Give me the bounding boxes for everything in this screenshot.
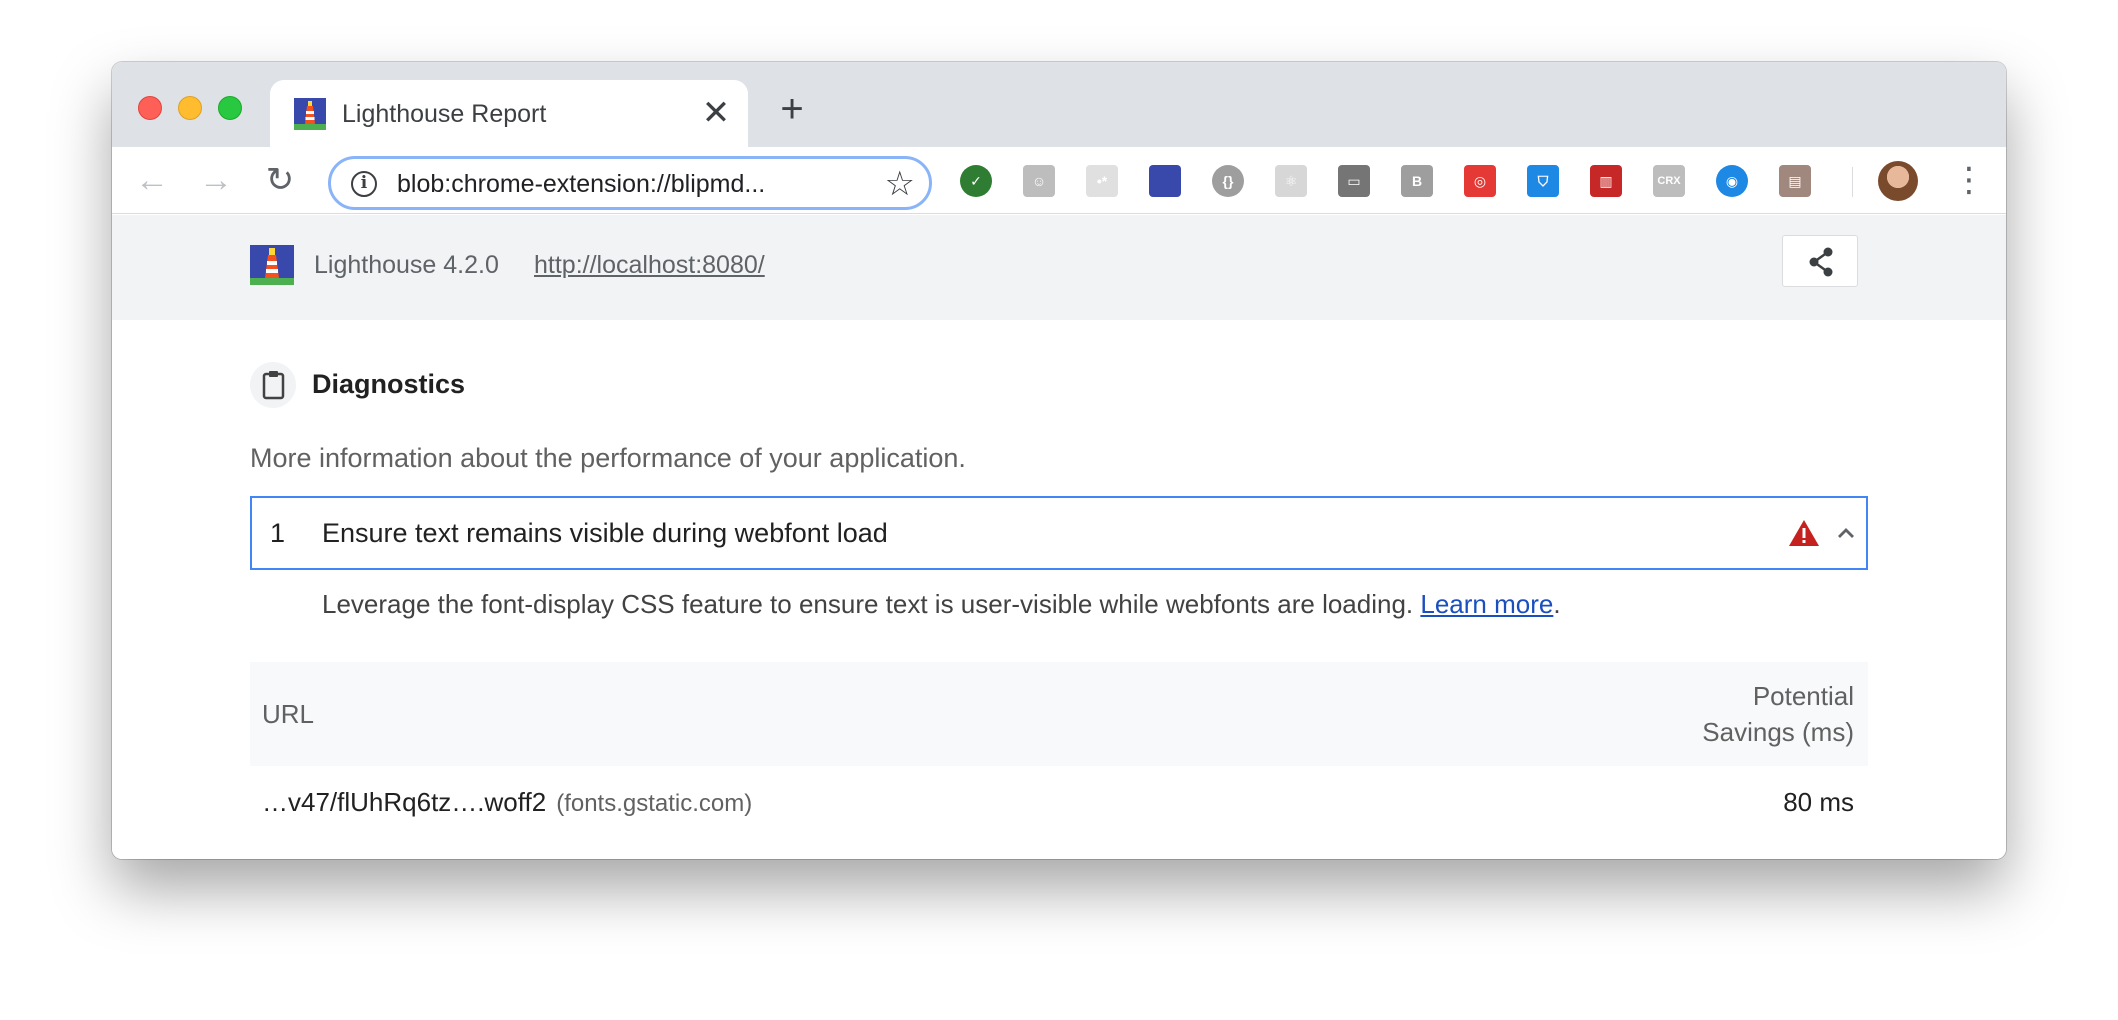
browser-window: Lighthouse Report ✕ + ← → ↻ i blob:chrom… xyxy=(112,62,2006,859)
details-table: URL Potential Savings (ms) …v47/flUhRq6t… xyxy=(250,662,1868,840)
learn-more-link[interactable]: Learn more xyxy=(1420,589,1553,619)
chevron-up-icon[interactable] xyxy=(1830,518,1862,548)
warning-triangle-icon xyxy=(1789,520,1819,546)
json-viewer-icon[interactable]: {} xyxy=(1212,165,1244,197)
report-content: Diagnostics More information about the p… xyxy=(112,320,2006,859)
lighthouse-logo-icon xyxy=(250,245,294,285)
clipboard-icon xyxy=(250,362,296,408)
tab-strip: Lighthouse Report ✕ + xyxy=(112,62,2006,147)
ghost-extension-icon[interactable]: ☺ xyxy=(1023,165,1055,197)
row-savings: 80 ms xyxy=(1783,787,1854,817)
audit-description: Leverage the font-display CSS feature to… xyxy=(322,586,1561,622)
close-window-button[interactable] xyxy=(138,96,162,120)
diagnostics-heading: Diagnostics xyxy=(312,369,466,399)
address-text[interactable]: blob:chrome-extension://blipmd... xyxy=(397,168,765,200)
site-info-icon[interactable]: i xyxy=(351,171,377,197)
share-icon xyxy=(1809,247,1833,277)
lighthouse-extension-icon[interactable] xyxy=(1149,165,1181,197)
browser-toolbar: ← → ↻ i blob:chrome-extension://blipmd..… xyxy=(112,147,2006,214)
maximize-window-button[interactable] xyxy=(218,96,242,120)
row-url: …v47/flUhRq6tz….woff2 (fonts.gstatic.com) xyxy=(262,784,752,822)
audit-title: Ensure text remains visible during webfo… xyxy=(322,518,888,548)
laptop-icon[interactable]: ▭ xyxy=(1338,165,1370,197)
bootstrap-b-icon[interactable]: B xyxy=(1401,165,1433,197)
address-bar[interactable]: i blob:chrome-extension://blipmd... ☆ xyxy=(328,156,932,210)
toolbar-divider xyxy=(1852,167,1853,197)
tab-close-icon[interactable]: ✕ xyxy=(700,96,732,130)
savings-header-line2: Savings (ms) xyxy=(1702,717,1854,747)
audit-index: 1 xyxy=(270,518,286,548)
row-url-host: (fonts.gstatic.com) xyxy=(556,790,753,817)
reload-icon[interactable]: ↻ xyxy=(260,161,300,201)
row-url-path: …v47/flUhRq6tz….woff2 xyxy=(262,787,547,817)
shield-icon[interactable]: ⛉ xyxy=(1527,165,1559,197)
lighthouse-favicon-icon xyxy=(294,98,326,130)
audit-webfont-row[interactable]: 1 Ensure text remains visible during web… xyxy=(250,496,1868,570)
audit-description-text: Leverage the font-display CSS feature to… xyxy=(322,589,1414,619)
book-icon[interactable]: ▤ xyxy=(1779,165,1811,197)
column-header-savings: Potential Savings (ms) xyxy=(1702,678,1854,750)
placeholder-extension-icon[interactable]: •* xyxy=(1086,165,1118,197)
crx-icon[interactable]: CRX xyxy=(1653,165,1685,197)
savings-header-line1: Potential xyxy=(1752,681,1854,711)
grammarly-check-icon[interactable]: ✓ xyxy=(960,165,992,197)
sd-card-icon[interactable]: ▥ xyxy=(1590,165,1622,197)
privacy-badger-icon[interactable]: ◉ xyxy=(1716,165,1748,197)
lighthouse-version: Lighthouse 4.2.0 xyxy=(314,251,499,279)
table-header: URL Potential Savings (ms) xyxy=(250,662,1868,766)
forward-arrow-icon[interactable]: → xyxy=(196,161,236,201)
diagnostics-description: More information about the performance o… xyxy=(250,443,966,473)
react-devtools-icon[interactable]: ⚛ xyxy=(1275,165,1307,197)
spiral-target-icon[interactable]: ◎ xyxy=(1464,165,1496,197)
share-button[interactable] xyxy=(1782,235,1858,287)
profile-avatar[interactable] xyxy=(1878,161,1918,201)
tested-url-link[interactable]: http://localhost:8080/ xyxy=(534,247,765,283)
minimize-window-button[interactable] xyxy=(178,96,202,120)
tab-title: Lighthouse Report xyxy=(342,100,547,128)
description-period: . xyxy=(1553,589,1561,619)
column-header-url: URL xyxy=(262,699,315,729)
bookmark-star-icon[interactable]: ☆ xyxy=(885,165,915,203)
new-tab-button[interactable]: + xyxy=(774,89,810,129)
tab-lighthouse-report[interactable]: Lighthouse Report ✕ xyxy=(270,80,748,147)
back-arrow-icon[interactable]: ← xyxy=(132,161,172,201)
table-row: …v47/flUhRq6tz….woff2 (fonts.gstatic.com)… xyxy=(250,766,1868,840)
menu-kebab-icon[interactable]: ⋮ xyxy=(1952,163,1986,199)
